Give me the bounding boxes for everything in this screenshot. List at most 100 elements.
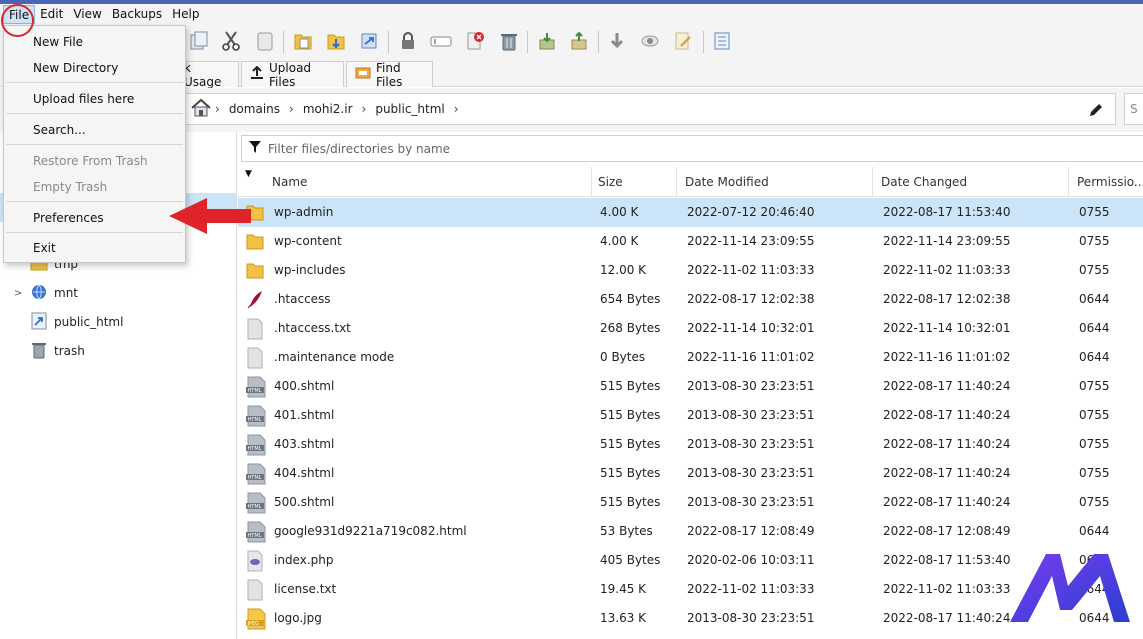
menu-edit[interactable]: Edit bbox=[35, 5, 68, 24]
breadcrumb-domains[interactable]: domains bbox=[229, 102, 280, 116]
brand-logo bbox=[1010, 554, 1130, 622]
sort-arrow-icon: ▼ bbox=[245, 169, 252, 179]
column-permissions[interactable]: Permissio... bbox=[1069, 167, 1143, 197]
cell-name: wp-admin bbox=[274, 205, 334, 219]
view-icon[interactable] bbox=[637, 27, 663, 55]
rename-icon[interactable] bbox=[428, 27, 454, 55]
cell-date-modified: 2022-07-12 20:46:40 bbox=[687, 205, 815, 219]
menu-help[interactable]: Help bbox=[167, 5, 204, 24]
paste-icon[interactable] bbox=[252, 27, 278, 55]
cell-permissions: 0755 bbox=[1079, 408, 1110, 422]
table-row[interactable]: HTML 401.shtml 515 Bytes 2013-08-30 23:23:5… bbox=[238, 401, 1143, 430]
svg-text:HTML: HTML bbox=[248, 533, 262, 539]
cell-date-modified: 2022-11-02 11:03:33 bbox=[687, 263, 815, 277]
cell-date-changed: 2022-11-16 11:01:02 bbox=[883, 350, 1011, 364]
menu-item-preferences[interactable]: Preferences bbox=[4, 205, 185, 231]
cell-date-modified: 2022-11-02 11:03:33 bbox=[687, 582, 815, 596]
breadcrumb-separator: › bbox=[215, 102, 220, 116]
toolbar-separator bbox=[598, 31, 599, 53]
download-icon[interactable] bbox=[604, 27, 630, 55]
column-name[interactable]: Name bbox=[264, 167, 592, 197]
tree-node-trash[interactable]: trash bbox=[14, 340, 85, 362]
cell-permissions: 0755 bbox=[1079, 495, 1110, 509]
column-date-modified[interactable]: Date Modified bbox=[677, 167, 873, 197]
cell-date-changed: 2022-08-17 12:02:38 bbox=[883, 292, 1011, 306]
search-input[interactable]: S bbox=[1124, 93, 1143, 125]
trash-icon bbox=[30, 341, 48, 362]
toolbar-separator bbox=[388, 31, 389, 53]
table-row[interactable]: HTML 404.shtml 515 Bytes 2013-08-30 23:23:5… bbox=[238, 459, 1143, 488]
cell-size: 654 Bytes bbox=[600, 292, 661, 306]
cell-size: 515 Bytes bbox=[600, 408, 661, 422]
table-row[interactable]: HTML google931d9221a719c082.html 53 Bytes 2… bbox=[238, 517, 1143, 546]
copy-icon[interactable] bbox=[186, 27, 212, 55]
compress-icon[interactable] bbox=[566, 27, 592, 55]
table-row[interactable]: .htaccess.txt 268 Bytes 2022-11-14 10:32:0… bbox=[238, 314, 1143, 343]
menu-item-exit[interactable]: Exit bbox=[4, 235, 185, 261]
menu-backups[interactable]: Backups bbox=[107, 5, 167, 24]
table-row[interactable]: HTML 400.shtml 515 Bytes 2013-08-30 23:23:5… bbox=[238, 372, 1143, 401]
find-icon bbox=[355, 66, 371, 83]
column-date-changed[interactable]: Date Changed bbox=[873, 167, 1069, 197]
checklist-icon[interactable] bbox=[709, 27, 735, 55]
table-row[interactable]: HTML 500.shtml 515 Bytes 2013-08-30 23:23:5… bbox=[238, 488, 1143, 517]
cell-permissions: 0755 bbox=[1079, 263, 1110, 277]
edit-icon[interactable] bbox=[670, 27, 696, 55]
cell-size: 4.00 K bbox=[600, 234, 639, 248]
breadcrumb-domain[interactable]: mohi2.ir bbox=[303, 102, 353, 116]
lock-icon[interactable] bbox=[395, 27, 421, 55]
svg-text:HTML: HTML bbox=[248, 446, 262, 452]
menu-item-upload-files-here[interactable]: Upload files here bbox=[4, 86, 185, 112]
folder-copy-icon[interactable] bbox=[290, 27, 316, 55]
feather-file-icon bbox=[245, 289, 267, 311]
blank-file-icon bbox=[245, 318, 267, 340]
tree-node-public-html[interactable]: public_html bbox=[14, 311, 123, 333]
table-row[interactable]: wp-admin 4.00 K 2022-07-12 20:46:40 2022-08… bbox=[238, 198, 1143, 227]
cell-date-changed: 2022-11-14 23:09:55 bbox=[883, 234, 1011, 248]
table-row[interactable]: wp-content 4.00 K 2022-11-14 23:09:55 2022-… bbox=[238, 227, 1143, 256]
globe-folder-icon bbox=[30, 283, 48, 304]
menu-item-new-file[interactable]: New File bbox=[4, 29, 185, 55]
extract-icon[interactable] bbox=[534, 27, 560, 55]
cut-icon[interactable] bbox=[218, 27, 244, 55]
table-row[interactable]: wp-includes 12.00 K 2022-11-02 11:03:33 202… bbox=[238, 256, 1143, 285]
menu-item-new-directory[interactable]: New Directory bbox=[4, 55, 185, 81]
tab-upload-files[interactable]: Upload Files bbox=[241, 61, 344, 89]
chevron-right-icon[interactable]: > bbox=[14, 288, 24, 299]
folder-move-icon[interactable] bbox=[323, 27, 349, 55]
tab-find-files[interactable]: Find Files bbox=[346, 61, 433, 89]
cell-date-modified: 2020-02-06 10:03:11 bbox=[687, 553, 815, 567]
cell-date-modified: 2013-08-30 23:23:51 bbox=[687, 466, 815, 480]
menu-file[interactable]: File bbox=[3, 5, 36, 24]
path-bar[interactable]: › domains › mohi2.ir › public_html › bbox=[183, 93, 1116, 125]
tree-node-mnt[interactable]: > mnt bbox=[14, 282, 78, 304]
cell-name: wp-includes bbox=[274, 263, 346, 277]
svg-text:HTML: HTML bbox=[248, 388, 262, 394]
table-row[interactable]: HTML 403.shtml 515 Bytes 2013-08-30 23:23:5… bbox=[238, 430, 1143, 459]
menu-item-search[interactable]: Search... bbox=[4, 117, 185, 143]
cell-date-modified: 2013-08-30 23:23:51 bbox=[687, 408, 815, 422]
trash-icon[interactable] bbox=[496, 27, 522, 55]
table-row[interactable]: .maintenance mode 0 Bytes 2022-11-16 11:01… bbox=[238, 343, 1143, 372]
tree-node-label: trash bbox=[54, 344, 85, 358]
table-row[interactable]: .htaccess 654 Bytes 2022-08-17 12:02:38 202… bbox=[238, 285, 1143, 314]
cell-size: 515 Bytes bbox=[600, 466, 661, 480]
svg-text:HTML: HTML bbox=[248, 417, 262, 423]
menu-view[interactable]: View bbox=[68, 5, 106, 24]
cell-name: 401.shtml bbox=[274, 408, 335, 422]
filter-input[interactable]: Filter files/directories by name bbox=[241, 135, 1143, 162]
tree-node-label: mnt bbox=[54, 286, 78, 300]
breadcrumb-separator: › bbox=[453, 102, 459, 116]
column-size[interactable]: Size bbox=[590, 167, 677, 197]
cell-date-changed: 2022-08-17 11:40:24 bbox=[883, 379, 1011, 393]
cell-size: 13.63 K bbox=[600, 611, 647, 625]
cell-name: license.txt bbox=[274, 582, 337, 596]
folder-link-icon[interactable] bbox=[356, 27, 382, 55]
cell-size: 12.00 K bbox=[600, 263, 647, 277]
cell-date-modified: 2013-08-30 23:23:51 bbox=[687, 437, 815, 451]
delete-file-icon[interactable] bbox=[462, 27, 488, 55]
pencil-icon[interactable] bbox=[1087, 101, 1105, 122]
breadcrumb-public-html[interactable]: public_html bbox=[375, 102, 444, 116]
home-icon[interactable] bbox=[190, 98, 212, 121]
cell-date-changed: 2022-11-02 11:03:33 bbox=[883, 263, 1011, 277]
